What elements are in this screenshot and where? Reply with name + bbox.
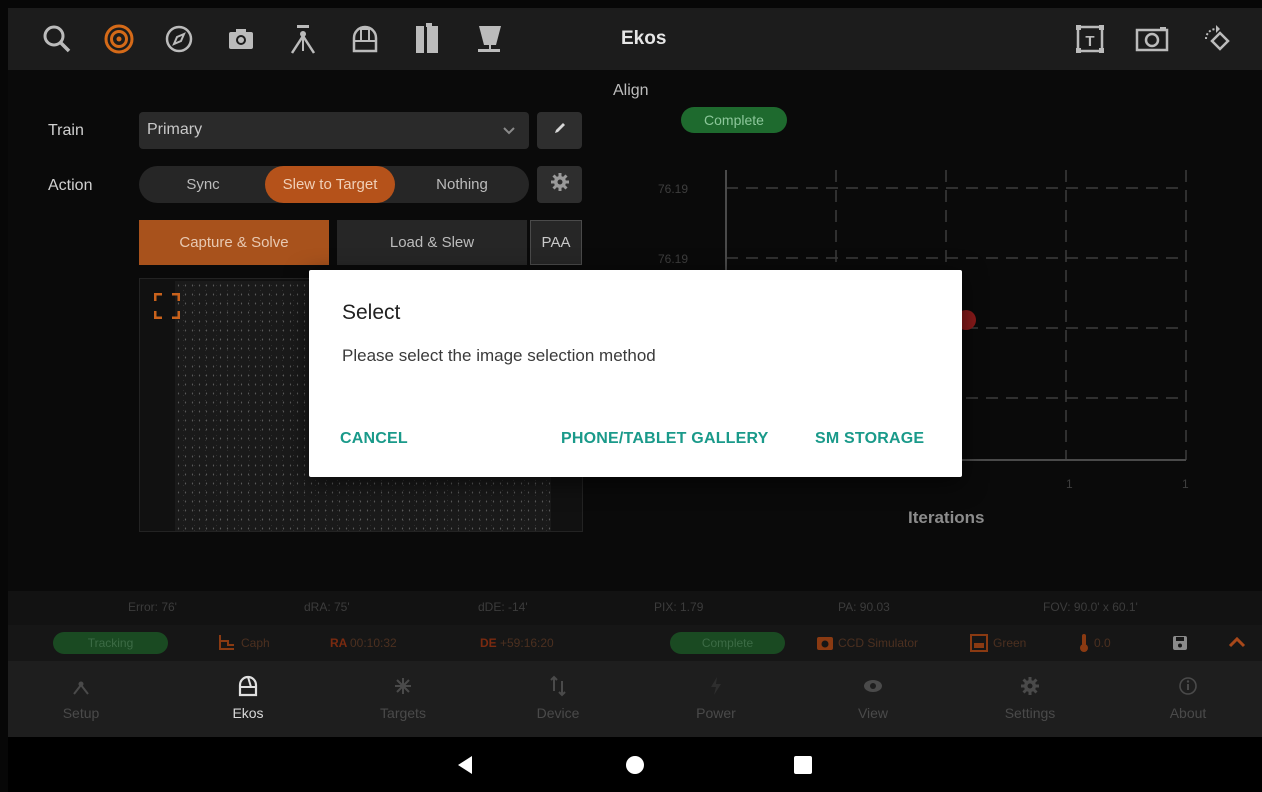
- thermometer-icon: [1078, 633, 1090, 656]
- x-axis-label: Iterations: [908, 508, 985, 527]
- chevron-up-icon[interactable]: [1228, 635, 1246, 652]
- power-icon: [666, 673, 766, 699]
- recents-icon[interactable]: [794, 756, 812, 779]
- de-label: DE: [480, 636, 497, 650]
- edit-train-button[interactable]: [537, 112, 582, 149]
- fov-value: FOV: 90.0' x 60.1': [1043, 600, 1138, 614]
- y-tick-1: 76.19: [658, 182, 688, 196]
- compass-icon[interactable]: [160, 20, 198, 58]
- capture-solve-button[interactable]: Capture & Solve: [139, 220, 329, 265]
- error-value: Error: 76': [128, 600, 177, 614]
- app-root: Ekos T Train Primary Action Sync Slew to: [0, 0, 1262, 792]
- back-icon[interactable]: [456, 755, 474, 780]
- train-label: Train: [48, 122, 84, 139]
- sm-storage-button[interactable]: SM STORAGE: [815, 430, 924, 448]
- paa-button[interactable]: PAA: [530, 220, 582, 265]
- nav-about-label: About: [1169, 705, 1207, 721]
- align-panel-title: Align: [613, 82, 649, 99]
- dde-value: dDE: -14': [478, 600, 528, 614]
- nav-ekos-label: Ekos: [232, 705, 264, 721]
- camera-icon[interactable]: [222, 20, 260, 58]
- tracking-pill: Tracking: [53, 632, 168, 654]
- action-nothing[interactable]: Nothing: [395, 166, 529, 203]
- camera-icon-small: [817, 635, 833, 654]
- system-navigation-bar: [8, 737, 1262, 792]
- gear-icon: [550, 172, 570, 197]
- ra-label: RA: [330, 636, 348, 650]
- nav-setup[interactable]: Setup: [31, 673, 131, 721]
- nav-power-label: Power: [696, 705, 736, 721]
- dra-value: dRA: 75': [304, 600, 350, 614]
- filter-name: Green: [993, 636, 1027, 650]
- ekos-icon: [198, 673, 298, 699]
- x-tick-2: 1: [1182, 477, 1189, 491]
- align-status-pill: Complete: [681, 107, 787, 133]
- phone-tablet-gallery-button[interactable]: PHONE/TABLET GALLERY: [561, 430, 769, 448]
- target-icon[interactable]: [100, 20, 138, 58]
- nav-view-label: View: [857, 705, 889, 721]
- device-icon: [508, 673, 608, 699]
- frame-icon[interactable]: [1133, 20, 1171, 58]
- dialog-title: Select: [342, 301, 401, 324]
- filter-icon-small: [970, 634, 988, 655]
- dialog-message: Please select the image selection method: [342, 346, 656, 365]
- load-slew-button[interactable]: Load & Slew: [337, 220, 527, 265]
- select-dialog: Select Please select the image selection…: [309, 270, 962, 477]
- mount-status-row: Tracking Caph RA 00:10:32 DE +59:16:20 C…: [8, 625, 1262, 661]
- nav-settings-label: Settings: [1004, 705, 1056, 721]
- action-sync[interactable]: Sync: [139, 166, 267, 203]
- dome-icon[interactable]: [346, 20, 384, 58]
- chevron-down-icon: [501, 122, 517, 143]
- top-toolbar: Ekos T: [8, 8, 1262, 70]
- settings-icon: [980, 673, 1080, 699]
- nav-device[interactable]: Device: [508, 673, 608, 721]
- x-tick-1: 1: [1066, 477, 1073, 491]
- nav-settings[interactable]: Settings: [980, 673, 1080, 721]
- pix-value: PIX: 1.79: [654, 600, 704, 614]
- action-segmented-control: Sync Slew to Target Nothing: [139, 166, 529, 203]
- pa-value: PA: 90.03: [838, 600, 890, 614]
- nav-about[interactable]: About: [1138, 673, 1238, 721]
- setup-icon: [31, 673, 131, 699]
- rotate-icon[interactable]: [1197, 20, 1235, 58]
- tripod-icon[interactable]: [284, 20, 322, 58]
- nav-device-label: Device: [536, 705, 580, 721]
- targets-icon: [353, 673, 453, 699]
- about-icon: [1138, 673, 1238, 699]
- nav-view[interactable]: View: [823, 673, 923, 721]
- target-name: Caph: [241, 636, 270, 650]
- telescope-icon[interactable]: [470, 20, 508, 58]
- action-label: Action: [48, 177, 93, 194]
- temperature-value: 0.0: [1094, 636, 1111, 650]
- action-slew-to-target[interactable]: Slew to Target: [265, 166, 395, 203]
- toolbar-title: Ekos: [621, 28, 667, 49]
- train-dropdown[interactable]: Primary: [139, 112, 529, 149]
- y-tick-2: 76.19: [658, 252, 688, 266]
- target-icon-small: [218, 633, 236, 654]
- filter-wheel-icon[interactable]: [408, 20, 446, 58]
- train-value: Primary: [147, 121, 203, 138]
- svg-text:T: T: [1085, 33, 1094, 50]
- ra-value: 00:10:32: [350, 636, 397, 650]
- align-settings-button[interactable]: [537, 166, 582, 203]
- cancel-button[interactable]: CANCEL: [340, 430, 408, 448]
- nav-setup-label: Setup: [62, 705, 100, 721]
- view-icon: [823, 673, 923, 699]
- de-value: +59:16:20: [500, 636, 554, 650]
- camera-name: CCD Simulator: [838, 636, 919, 650]
- nav-targets-label: Targets: [380, 705, 426, 721]
- text-frame-icon[interactable]: T: [1071, 20, 1109, 58]
- search-icon[interactable]: [38, 20, 76, 58]
- save-icon[interactable]: [1172, 635, 1188, 654]
- align-complete-pill: Complete: [670, 632, 785, 654]
- home-icon[interactable]: [625, 755, 645, 780]
- bottom-navigation: Setup Ekos Targets Device Power View Set…: [8, 661, 1262, 737]
- nav-power[interactable]: Power: [666, 673, 766, 721]
- nav-targets[interactable]: Targets: [353, 673, 453, 721]
- nav-ekos[interactable]: Ekos: [198, 673, 298, 721]
- solution-status-row: Error: 76' dRA: 75' dDE: -14' PIX: 1.79 …: [8, 591, 1262, 625]
- fullscreen-icon[interactable]: [153, 292, 181, 324]
- pencil-icon: [552, 120, 568, 141]
